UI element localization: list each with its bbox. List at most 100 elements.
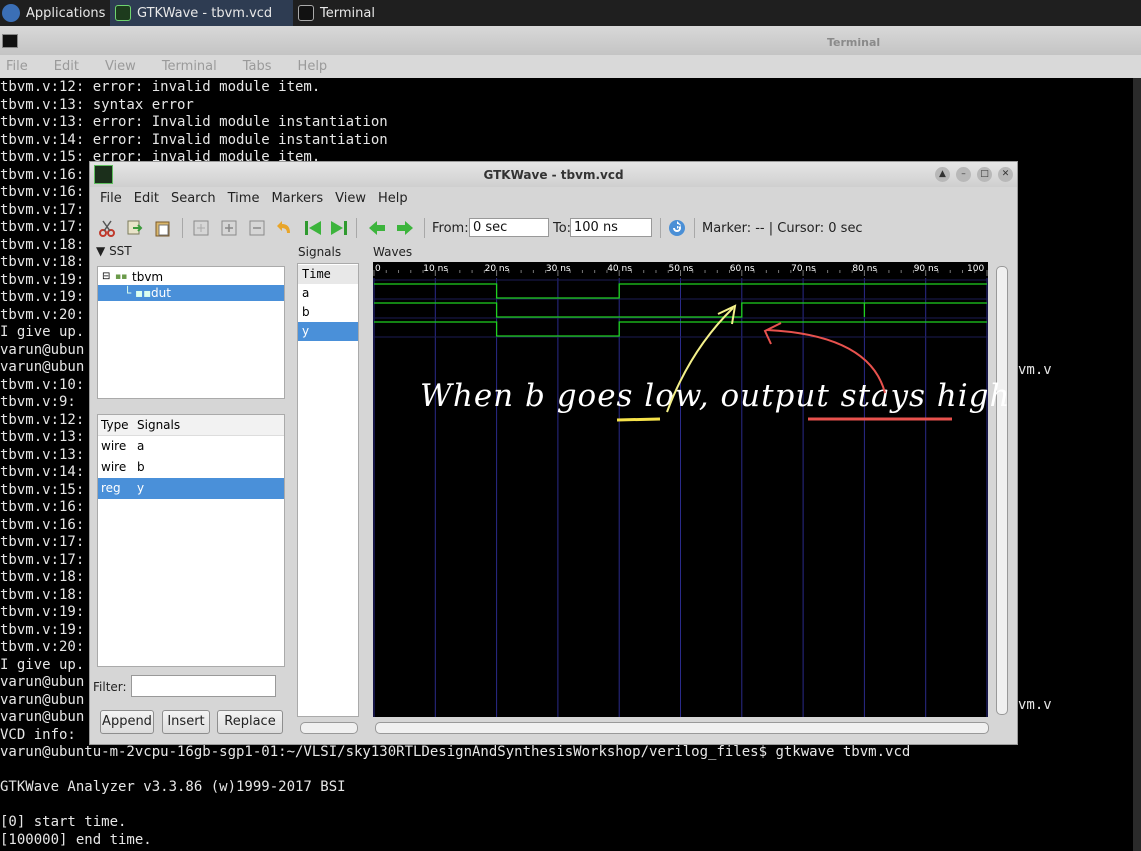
terminal-titlebar[interactable] (0, 26, 1141, 55)
terminal-menu-tabs[interactable]: Tabs (243, 59, 272, 74)
paste-icon[interactable] (153, 218, 173, 238)
module-icon: ▪▪ (115, 272, 128, 282)
type-column-header[interactable]: Type (101, 415, 129, 435)
back-arrow-icon[interactable] (367, 218, 387, 238)
taskbar: Applications GTKWave - tbvm.vcd Terminal (0, 0, 1141, 26)
zoom-fit-icon[interactable] (191, 218, 211, 238)
module-icon: └ ▪▪ (124, 286, 152, 300)
signal-name: b (137, 460, 145, 474)
replace-button[interactable]: Replace (217, 710, 283, 734)
jump-start-icon[interactable] (303, 218, 323, 238)
toolbar-separator (694, 218, 695, 238)
signal-row-y[interactable]: y (298, 322, 358, 341)
terminal-scrollbar[interactable] (1133, 78, 1141, 851)
menu-view[interactable]: View (335, 191, 366, 206)
task-gtkwave[interactable]: GTKWave - tbvm.vcd (110, 0, 293, 26)
signal-type: wire (101, 460, 127, 474)
zoom-out-icon[interactable] (247, 218, 267, 238)
filter-input[interactable] (131, 675, 276, 697)
terminal-menu-help[interactable]: Help (298, 59, 328, 74)
terminal-menu-view[interactable]: View (105, 59, 136, 74)
terminal-menubar: File Edit View Terminal Tabs Help (0, 55, 1141, 78)
applications-menu-button[interactable]: Applications (2, 0, 105, 26)
menu-edit[interactable]: Edit (134, 191, 159, 206)
sst-header-label: SST (109, 244, 132, 258)
minimize-icon[interactable]: – (956, 167, 971, 182)
time-tick-label: 10 ns (423, 264, 448, 274)
jump-end-icon[interactable] (329, 218, 349, 238)
time-tick-label: 20 ns (485, 264, 510, 274)
sst-tree: ⊟ ▪▪ tbvm └ ▪▪ dut (97, 266, 285, 399)
waves-hscrollbar[interactable] (375, 722, 989, 734)
menu-time[interactable]: Time (228, 191, 260, 206)
menu-file[interactable]: File (100, 191, 122, 206)
tree-collapse-icon[interactable]: ⊟ (102, 269, 110, 285)
terminal-window-icon[interactable] (2, 34, 18, 48)
marker-cursor-readout: Marker: -- | Cursor: 0 sec (702, 221, 863, 236)
time-tick-label: 40 ns (607, 264, 632, 274)
signal-name: y (137, 481, 145, 495)
waves-canvas[interactable]: 0 10 ns 20 ns 30 ns 40 ns 50 ns 60 ns 70 ns 80 n… (373, 262, 988, 717)
tree-item-label: dut (151, 286, 171, 300)
terminal-line: tbvm.v:12: error: invalid module item. (0, 79, 321, 95)
tree-item-tbvm[interactable]: ⊟ ▪▪ tbvm (98, 269, 284, 285)
signal-type: reg (101, 481, 121, 495)
gtkwave-window: GTKWave - tbvm.vcd ▲ – □ ✕ File Edit Sea… (89, 161, 1018, 745)
signal-row-b[interactable]: b (298, 303, 358, 322)
menu-search[interactable]: Search (171, 191, 216, 206)
signals-column-header[interactable]: Signals (137, 415, 180, 435)
signals-hscrollbar[interactable] (300, 722, 358, 734)
time-tick-label: 80 ns (852, 264, 877, 274)
terminal-menu-file[interactable]: File (6, 59, 28, 74)
from-input[interactable]: 0 sec (469, 218, 549, 237)
sst-header[interactable]: ▼ SST (96, 244, 132, 258)
menu-markers[interactable]: Markers (271, 191, 323, 206)
terminal-line: [0] start time. (0, 814, 127, 830)
close-icon[interactable]: ✕ (998, 167, 1013, 182)
task-terminal[interactable]: Terminal (298, 0, 375, 26)
time-tick-label: 90 ns (914, 264, 939, 274)
copy-icon[interactable] (125, 218, 145, 238)
list-item[interactable]: wire b (98, 457, 284, 478)
waves-pane-header: Waves (373, 245, 413, 259)
maximize-icon[interactable]: □ (977, 167, 992, 182)
terminal-line: varun@ubuntu-m-2vcpu-16gb-sgp1-01:~/VLSI… (0, 744, 911, 760)
toolbar-separator (424, 218, 425, 238)
time-tick-label: 70 ns (791, 264, 816, 274)
terminal-line: tbvm.v:14: error: Invalid module instant… (0, 131, 388, 148)
reload-icon[interactable] (667, 218, 687, 238)
terminal-line: tbvm.v:13: syntax error (0, 96, 194, 113)
from-label: From: (432, 221, 469, 236)
expander-icon: ▼ (96, 244, 106, 258)
time-tick-label: 100 (967, 264, 984, 274)
list-item[interactable]: wire a (98, 436, 284, 457)
gtkwave-titlebar[interactable]: GTKWave - tbvm.vcd ▲ – □ ✕ (90, 162, 1017, 187)
signal-name: a (137, 439, 145, 453)
insert-button[interactable]: Insert (162, 710, 210, 734)
menu-help[interactable]: Help (378, 191, 408, 206)
tree-item-dut[interactable]: └ ▪▪ dut (98, 285, 284, 301)
gtkwave-menubar: File Edit Search Time Markers View Help (90, 187, 1017, 209)
forward-arrow-icon[interactable] (395, 218, 415, 238)
signal-row-time[interactable]: Time (298, 265, 358, 284)
toolbar-separator (660, 218, 661, 238)
append-button[interactable]: Append (100, 710, 154, 734)
window-up-icon[interactable]: ▲ (935, 167, 950, 182)
undo-zoom-icon[interactable] (275, 218, 295, 238)
signal-row-a[interactable]: a (298, 284, 358, 303)
time-tick-label: 30 ns (546, 264, 571, 274)
terminal-menu-terminal[interactable]: Terminal (162, 59, 217, 74)
terminal-icon (298, 5, 314, 21)
cut-icon[interactable] (97, 218, 117, 238)
list-item[interactable]: reg y (98, 478, 284, 499)
signals-pane-header: Signals (298, 245, 342, 259)
handwritten-annotation: When b goes low, output stays high (420, 378, 1011, 414)
signal-type: wire (101, 439, 127, 453)
terminal-menu-edit[interactable]: Edit (54, 59, 79, 74)
to-input[interactable]: 100 ns (570, 218, 652, 237)
terminal-line: tbvm.v:13: error: Invalid module instant… (0, 114, 388, 130)
to-label: To: (553, 221, 572, 236)
zoom-in-icon[interactable] (219, 218, 239, 238)
waves-vscrollbar[interactable] (996, 266, 1008, 715)
